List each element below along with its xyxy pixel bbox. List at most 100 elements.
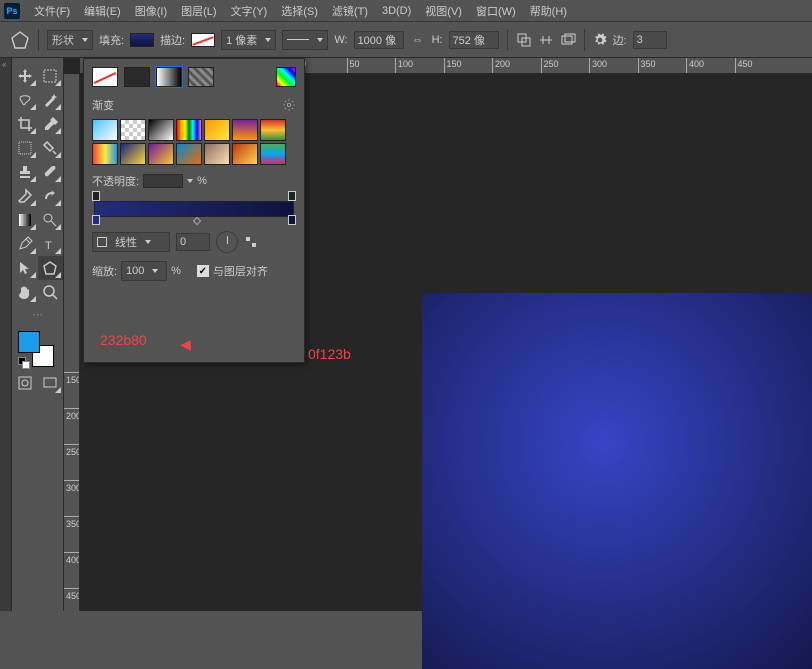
default-colors-icon[interactable] — [18, 357, 30, 369]
gear-icon[interactable] — [593, 33, 607, 47]
reverse-icon[interactable] — [244, 235, 258, 249]
shape-tool[interactable] — [38, 256, 64, 280]
angle-input[interactable] — [176, 233, 210, 251]
fill-none-option[interactable] — [92, 67, 118, 87]
gradient-preset[interactable] — [260, 143, 286, 165]
menu-select[interactable]: 选择(S) — [275, 3, 324, 19]
menu-view[interactable]: 视图(V) — [419, 3, 468, 19]
type-tool[interactable]: T — [38, 232, 64, 256]
annotation-left-stop: 232b80 — [100, 332, 147, 348]
align-checkbox[interactable]: ✓ — [197, 265, 209, 277]
gradient-preset[interactable] — [260, 119, 286, 141]
marquee-tool[interactable] — [38, 64, 64, 88]
opacity-unit: % — [197, 175, 207, 187]
fill-solid-option[interactable] — [124, 67, 150, 87]
scale-value: 100 — [126, 265, 144, 277]
menu-type[interactable]: 文字(Y) — [225, 3, 274, 19]
gradient-preset[interactable] — [120, 143, 146, 165]
gradient-preset[interactable] — [176, 143, 202, 165]
hand-tool[interactable] — [12, 280, 38, 304]
height-label: H: — [432, 34, 443, 46]
fill-swatch[interactable] — [130, 33, 154, 47]
gradient-preset[interactable] — [92, 143, 118, 165]
gradient-preset[interactable] — [148, 119, 174, 141]
zoom-tool[interactable] — [38, 280, 64, 304]
stroke-swatch[interactable] — [191, 33, 215, 47]
gradient-tool[interactable] — [12, 208, 38, 232]
opacity-stop-left[interactable] — [92, 191, 100, 201]
gradient-section-title: 渐变 — [92, 97, 114, 113]
gradient-editor[interactable] — [92, 193, 296, 223]
path-ops-icon[interactable] — [516, 32, 532, 48]
screenmode-icon[interactable] — [38, 371, 64, 395]
align-icon[interactable] — [538, 32, 554, 48]
foreground-color[interactable] — [18, 331, 40, 353]
quickmask-icon[interactable] — [12, 371, 38, 395]
opacity-stop-right[interactable] — [288, 191, 296, 201]
color-picker-button[interactable] — [276, 67, 296, 87]
frame-tool[interactable] — [12, 136, 38, 160]
color-stop-right[interactable] — [288, 215, 296, 225]
midpoint-handle[interactable] — [193, 217, 201, 225]
annotation-right-stop: 0f123b — [308, 346, 351, 362]
stroke-width-select[interactable]: 1 像素 — [221, 30, 276, 50]
menu-layer[interactable]: 图层(L) — [175, 3, 222, 19]
arrange-icon[interactable] — [560, 32, 576, 48]
wand-tool[interactable] — [38, 88, 64, 112]
heal-tool[interactable] — [38, 136, 64, 160]
menu-help[interactable]: 帮助(H) — [524, 3, 573, 19]
gradient-preset[interactable] — [232, 143, 258, 165]
options-bar: 形状 填充: 描边: 1 像素 W: ⇔ H: 边: — [0, 22, 812, 58]
gradient-preset[interactable] — [232, 119, 258, 141]
gradient-preset[interactable] — [204, 119, 230, 141]
color-stop-left[interactable] — [92, 215, 100, 225]
eraser-tool[interactable] — [12, 184, 38, 208]
tool-mode-label: 形状 — [52, 32, 74, 48]
dodge-tool[interactable] — [38, 208, 64, 232]
lasso-tool[interactable] — [12, 88, 38, 112]
link-wh-icon[interactable]: ⇔ — [410, 34, 426, 46]
menu-edit[interactable]: 编辑(E) — [78, 3, 127, 19]
width-input[interactable] — [354, 31, 404, 49]
menu-3d[interactable]: 3D(D) — [376, 5, 417, 17]
menu-file[interactable]: 文件(F) — [28, 3, 76, 19]
angle-dial[interactable] — [216, 231, 238, 253]
brush-tool[interactable] — [38, 160, 64, 184]
svg-text:T: T — [45, 240, 52, 252]
gradient-preset[interactable] — [120, 119, 146, 141]
path-select-tool[interactable] — [12, 256, 38, 280]
eyedropper-tool[interactable] — [38, 112, 64, 136]
fill-pattern-option[interactable] — [188, 67, 214, 87]
opacity-label: 不透明度: — [92, 173, 139, 189]
scale-input[interactable]: 100 — [121, 261, 167, 281]
fill-gradient-option[interactable] — [156, 67, 182, 87]
pen-tool[interactable] — [12, 232, 38, 256]
gradient-bar[interactable] — [94, 201, 294, 217]
crop-tool[interactable] — [12, 112, 38, 136]
stamp-tool[interactable] — [12, 160, 38, 184]
gradient-preset[interactable] — [176, 119, 202, 141]
gradient-preset[interactable] — [92, 119, 118, 141]
panel-strip: « — [0, 58, 12, 611]
color-swatches[interactable] — [16, 329, 64, 369]
tools-panel: T ⋯ — [12, 58, 64, 611]
gradient-presets — [92, 119, 296, 165]
height-input[interactable] — [449, 31, 499, 49]
document-shape[interactable] — [422, 293, 812, 669]
opacity-input[interactable] — [143, 174, 183, 188]
fill-picker-panel: 渐变 不透明度: % 线性 — [83, 58, 305, 363]
stroke-style-select[interactable] — [282, 30, 328, 50]
gradient-preset[interactable] — [204, 143, 230, 165]
gradient-preset[interactable] — [148, 143, 174, 165]
menu-image[interactable]: 图像(I) — [129, 3, 173, 19]
edges-input[interactable] — [633, 31, 667, 49]
menu-window[interactable]: 窗口(W) — [470, 3, 522, 19]
move-tool[interactable] — [12, 64, 38, 88]
menu-filter[interactable]: 滤镜(T) — [326, 3, 374, 19]
gradient-style-select[interactable]: 线性 — [92, 232, 170, 252]
history-brush-tool[interactable] — [38, 184, 64, 208]
polygon-tool-icon[interactable] — [10, 30, 30, 50]
stroke-label: 描边: — [160, 32, 185, 48]
tool-mode-select[interactable]: 形状 — [47, 30, 93, 50]
gradient-menu-gear-icon[interactable] — [282, 98, 296, 112]
